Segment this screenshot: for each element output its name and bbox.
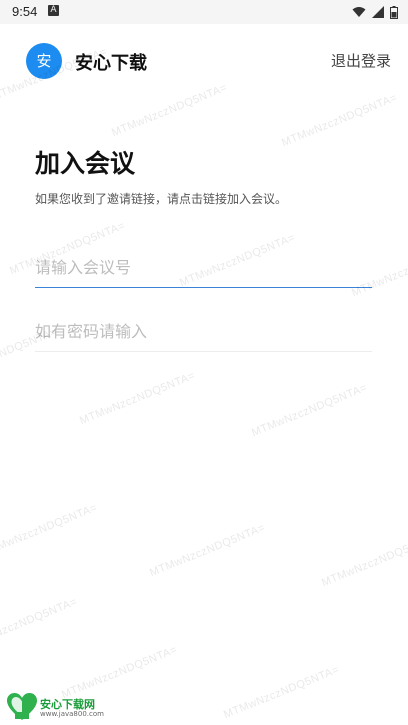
watermark: MTMwNzczNDQ5NTA= [250,381,370,440]
site-logo: 安心下载网 www.java800.com [2,690,112,724]
watermark: MTMwNzczNDQ5NTA= [148,521,268,580]
meeting-id-underline [35,287,372,288]
app-header: 安 安心下载 退出登录 [0,24,408,96]
page-description: 如果您收到了邀请链接，请点击链接加入会议。 [35,192,288,206]
battery-icon [390,5,398,19]
wifi-icon [352,7,366,17]
watermark: MTMwNzczNDQ5NTA= [222,663,342,722]
password-underline [35,351,372,352]
watermark: MTMwNzczNDQ5NTA= [280,91,400,150]
status-time: 9:54 [12,4,38,19]
page-title: 加入会议 [35,149,136,178]
logo-url: www.java800.com [40,710,104,718]
heart-logo-icon [7,693,37,720]
notification-icon: A [48,5,59,16]
watermark: MTMwNzczNDQ5NTA= [0,501,100,560]
watermark: MTMwNzczNDQ5NTA= [0,595,80,654]
status-bar: 9:54 A [0,0,408,24]
signal-icon [372,6,384,18]
watermark: MTMwNzczNDQ5NTA= [320,531,408,590]
watermark: MTMwNzczNDQ5NTA= [78,369,198,428]
logout-button[interactable]: 退出登录 [331,50,391,71]
password-field [35,316,372,352]
password-input[interactable] [35,316,372,346]
status-icons [352,4,398,20]
watermark: MTMwNzczNDQ5NTA= [0,325,60,384]
